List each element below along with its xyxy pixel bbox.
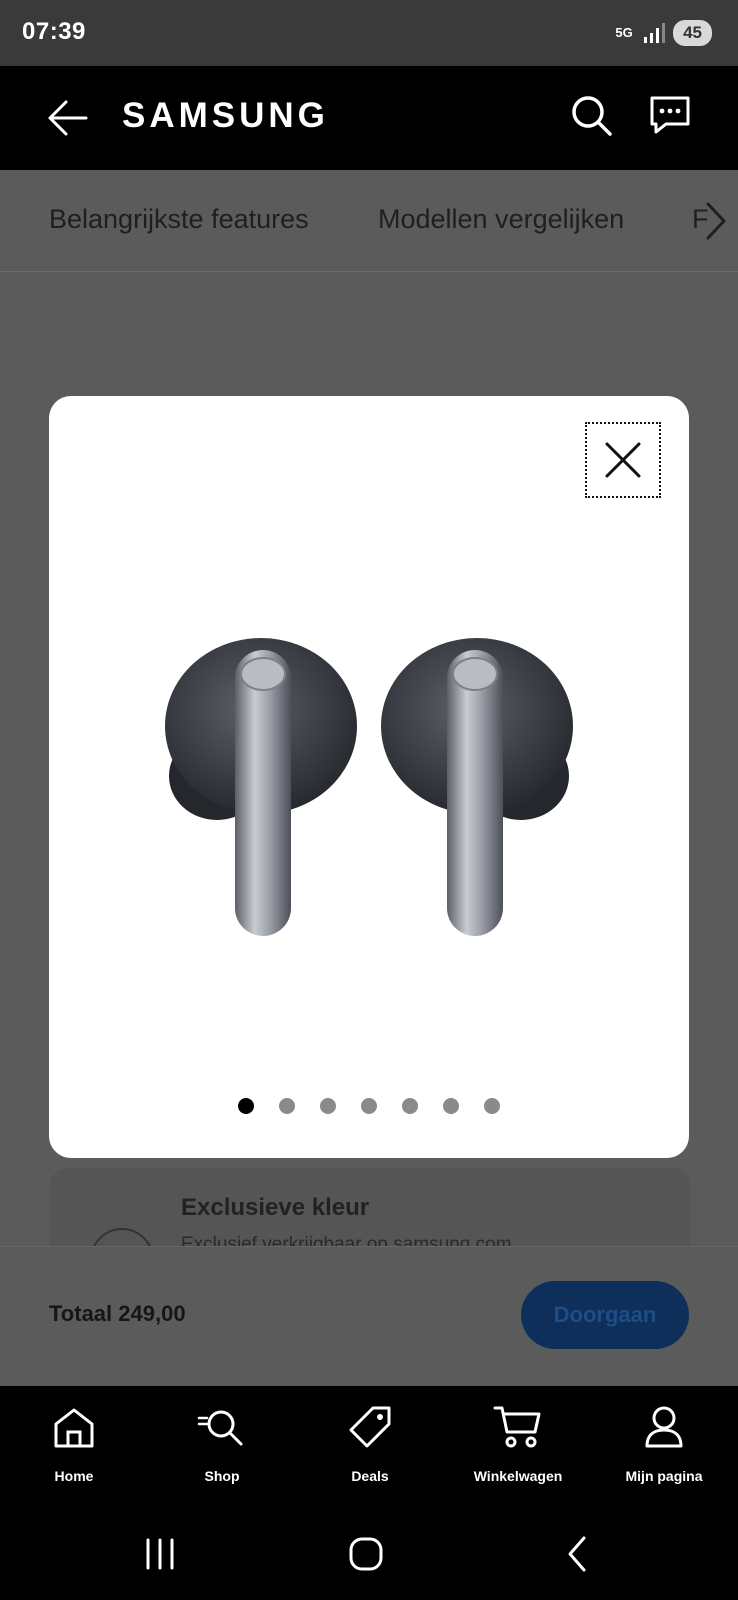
brand-logo: SAMSUNG xyxy=(122,96,329,135)
earbuds-image xyxy=(165,638,573,936)
nav-my-page[interactable]: Mijn pagina xyxy=(590,1386,738,1504)
carousel-dot[interactable] xyxy=(279,1098,295,1114)
cart-icon xyxy=(493,1406,541,1448)
battery-indicator: 45 xyxy=(673,20,712,46)
section-tabs: Belangrijkste features Modellen vergelij… xyxy=(0,170,738,272)
close-icon xyxy=(605,442,641,478)
person-icon xyxy=(645,1406,683,1448)
carousel-dot[interactable] xyxy=(484,1098,500,1114)
back-button[interactable] xyxy=(40,92,96,144)
carousel-dot[interactable] xyxy=(238,1098,254,1114)
status-time: 07:39 xyxy=(22,18,86,45)
recent-apps-icon[interactable] xyxy=(130,1532,190,1576)
signal-icon xyxy=(644,23,666,43)
home-system-icon[interactable] xyxy=(336,1532,396,1576)
status-bar: 07:39 5G 45 xyxy=(0,0,738,66)
carousel-dot[interactable] xyxy=(361,1098,377,1114)
nav-home-label: Home xyxy=(54,1468,94,1484)
network-type: 5G xyxy=(615,25,633,40)
close-button[interactable] xyxy=(585,422,661,498)
search-icon xyxy=(572,96,612,136)
system-navigation xyxy=(0,1504,738,1600)
carousel-indicator xyxy=(49,1098,689,1118)
back-arrow-icon xyxy=(48,100,88,136)
tab-modellen-vergelijken[interactable]: Modellen vergelijken xyxy=(378,204,624,235)
chat-button[interactable] xyxy=(644,90,696,142)
search-button[interactable] xyxy=(566,90,618,142)
tag-icon xyxy=(349,1406,391,1448)
nav-deals[interactable]: Deals xyxy=(296,1386,444,1504)
bottom-navigation: Home Shop Deals Winkelwagen Mijn pagina xyxy=(0,1386,738,1504)
carousel-dot[interactable] xyxy=(320,1098,336,1114)
nav-deals-label: Deals xyxy=(351,1468,389,1484)
status-indicators: 5G 45 xyxy=(613,20,712,46)
exclusive-color-card: Exclusieve kleur Exclusief verkrijgbaar … xyxy=(50,1168,690,1248)
system-back-icon[interactable] xyxy=(548,1532,608,1576)
nav-shop[interactable]: Shop xyxy=(148,1386,296,1504)
color-swatch[interactable] xyxy=(90,1228,154,1248)
checkout-summary: Totaal 249,00 Doorgaan xyxy=(0,1246,738,1386)
nav-home[interactable]: Home xyxy=(0,1386,148,1504)
chevron-right-icon[interactable] xyxy=(700,200,730,242)
nav-shop-label: Shop xyxy=(204,1468,240,1484)
exclusive-color-title: Exclusieve kleur xyxy=(181,1194,370,1221)
image-gallery-modal xyxy=(49,396,689,1158)
chat-icon xyxy=(650,96,690,134)
nav-my-page-label: Mijn pagina xyxy=(625,1468,703,1484)
carousel-dot[interactable] xyxy=(402,1098,418,1114)
shop-search-icon xyxy=(197,1410,243,1446)
nav-cart[interactable]: Winkelwagen xyxy=(444,1386,592,1504)
carousel-dot[interactable] xyxy=(443,1098,459,1114)
total-price: Totaal 249,00 xyxy=(49,1301,186,1326)
home-icon xyxy=(54,1408,94,1448)
nav-cart-label: Winkelwagen xyxy=(473,1468,563,1484)
top-app-bar: SAMSUNG xyxy=(0,66,738,170)
tab-belangrijkste-features[interactable]: Belangrijkste features xyxy=(49,204,309,235)
continue-button[interactable]: Doorgaan xyxy=(521,1281,689,1349)
